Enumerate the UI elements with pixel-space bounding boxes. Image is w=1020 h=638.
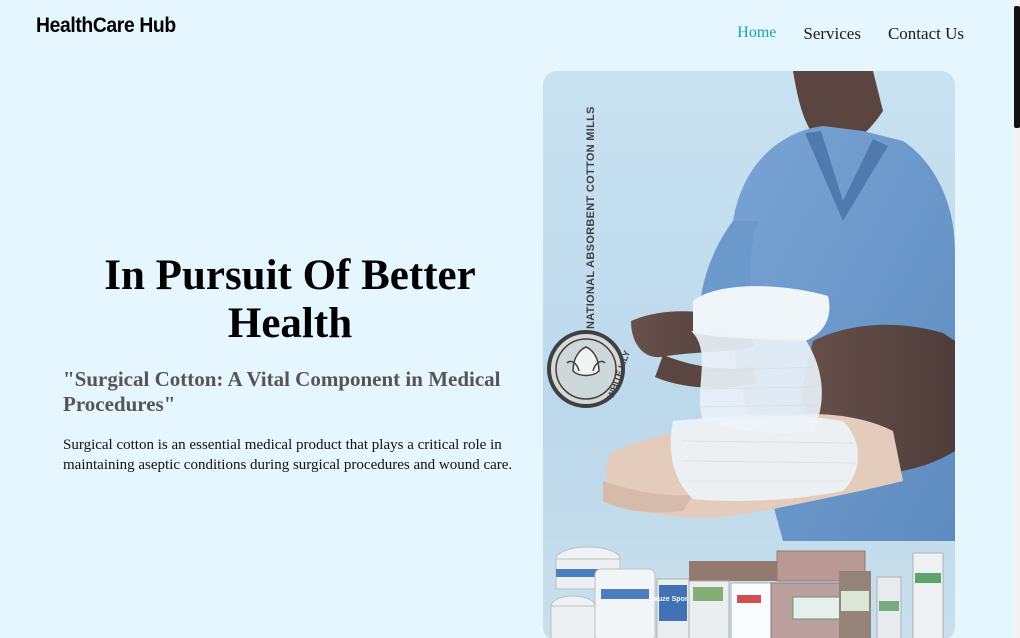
scrollbar-thumb[interactable] xyxy=(1014,6,1020,128)
hero-section: In Pursuit Of Better Health "Surgical Co… xyxy=(63,252,523,475)
nav-services-link[interactable]: Services xyxy=(803,24,861,44)
hero-description: Surgical cotton is an essential medical … xyxy=(63,437,513,473)
hero-image: NATIONAL ABSORBENT COTTON MILLS WHITE LI… xyxy=(543,71,955,638)
brand-logo[interactable]: HealthCare Hub xyxy=(36,14,176,38)
hero-subtitle: "Surgical Cotton: A Vital Component in M… xyxy=(63,367,501,416)
hero-title: In Pursuit Of Better Health xyxy=(104,252,476,347)
nav-home-link[interactable]: Home xyxy=(737,24,776,44)
nav-contact-link[interactable]: Contact Us xyxy=(888,24,964,44)
scrollbar[interactable] xyxy=(1014,0,1020,638)
main-nav: Home Services Contact Us xyxy=(737,24,964,44)
